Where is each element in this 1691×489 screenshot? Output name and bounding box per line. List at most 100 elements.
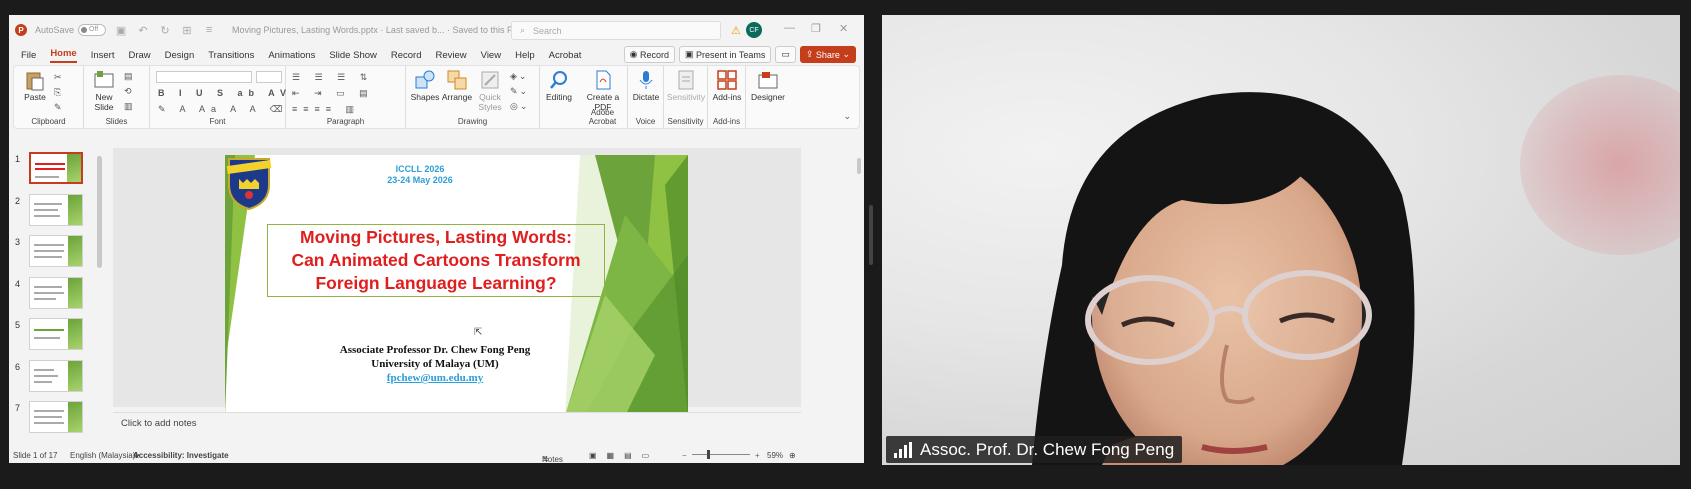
- new-slide-button[interactable]: New Slide: [89, 69, 119, 113]
- warning-icon[interactable]: ⚠: [731, 24, 741, 37]
- indent-row[interactable]: ⇤ ⇥ ▭ ▤: [292, 88, 374, 99]
- view-buttons[interactable]: ▣▦▤▭: [589, 451, 659, 460]
- tab-record[interactable]: Record: [391, 50, 422, 61]
- dictate-button[interactable]: Dictate: [630, 69, 662, 103]
- signal-strength-icon: [894, 441, 912, 458]
- tab-transitions[interactable]: Transitions: [208, 50, 254, 61]
- thumbnail-number: 3: [15, 237, 21, 247]
- font-color-row[interactable]: ✎ A Aa A A ⌫: [158, 104, 288, 115]
- customize-icon[interactable]: ≡: [202, 23, 216, 37]
- slide-title-line1: Moving Pictures, Lasting Words:: [300, 227, 572, 247]
- tab-file[interactable]: File: [21, 50, 36, 61]
- shapes-button[interactable]: Shapes: [410, 69, 440, 103]
- zoom-slider[interactable]: [692, 454, 750, 455]
- collapse-ribbon-icon[interactable]: ⌄: [843, 111, 851, 122]
- slide-title-box[interactable]: Moving Pictures, Lasting Words: Can Anim…: [267, 224, 605, 297]
- restore-icon[interactable]: ❐: [811, 22, 821, 35]
- font-size-select[interactable]: [256, 71, 282, 83]
- sensitivity-icon: [678, 70, 694, 90]
- present-icon[interactable]: ⊞: [180, 23, 194, 37]
- tab-home[interactable]: Home: [50, 48, 77, 63]
- conference-dates: 23-24 May 2026: [387, 175, 453, 185]
- section-icon[interactable]: ▥: [124, 101, 133, 112]
- present-in-teams-button[interactable]: ▣ Present in Teams: [678, 46, 772, 63]
- shape-outline-icon[interactable]: ✎⌄: [510, 86, 529, 97]
- redo-icon[interactable]: ↻: [158, 23, 172, 37]
- share-button[interactable]: ⇪ Share ⌄: [799, 46, 856, 63]
- align-row[interactable]: ≡≡≡≡ ▥: [292, 104, 360, 115]
- slide-thumbnail[interactable]: [29, 194, 83, 226]
- slide-thumbnail[interactable]: [29, 152, 83, 184]
- participant-name: Assoc. Prof. Dr. Chew Fong Peng: [920, 439, 1175, 459]
- teams-icon: ▣: [684, 49, 696, 59]
- search-box[interactable]: ⌕ Search: [511, 21, 721, 40]
- tab-draw[interactable]: Draw: [128, 50, 150, 61]
- tab-help[interactable]: Help: [515, 50, 535, 61]
- format-painter-icon[interactable]: ✎: [54, 102, 62, 113]
- designer-group: Designer: [746, 66, 790, 128]
- font-style-row[interactable]: B I U S ab AV: [158, 88, 292, 98]
- tab-review[interactable]: Review: [436, 50, 467, 61]
- thumbnails-scrollbar[interactable]: [97, 156, 102, 268]
- slide-thumbnail[interactable]: [29, 401, 83, 433]
- sensitivity-button[interactable]: Sensitivity: [666, 69, 706, 103]
- slide-thumbnail[interactable]: [29, 277, 83, 309]
- font-name-select[interactable]: [156, 71, 252, 83]
- shape-fill-icon[interactable]: ◈⌄: [510, 71, 528, 82]
- addins-button[interactable]: Add-ins: [710, 69, 744, 103]
- editing-button[interactable]: Editing: [542, 69, 576, 103]
- quick-styles-icon: [481, 71, 499, 89]
- notes-pane[interactable]: Click to add notes: [113, 412, 801, 433]
- undo-icon[interactable]: ↶: [136, 23, 150, 37]
- search-placeholder: Search: [533, 25, 562, 36]
- tab-slide-show[interactable]: Slide Show: [329, 50, 377, 61]
- avatar[interactable]: CF: [746, 22, 762, 38]
- close-icon[interactable]: ✕: [839, 22, 848, 35]
- language-indicator[interactable]: English (Malaysia): [70, 451, 135, 460]
- accessibility-status[interactable]: ✣ Accessibility: Investigate: [133, 451, 229, 460]
- addins-label: Add-ins: [712, 117, 741, 126]
- list-row[interactable]: ☰ ☰ ☰ ⇅: [292, 72, 373, 83]
- record-button[interactable]: ◉ Record: [623, 46, 675, 63]
- paste-icon: [26, 72, 44, 91]
- layout-icon[interactable]: ▤: [124, 71, 133, 82]
- tab-insert[interactable]: Insert: [91, 50, 115, 61]
- create-pdf-button[interactable]: Create a PDF: [580, 69, 626, 113]
- shape-effects-icon[interactable]: ◎⌄: [510, 101, 529, 112]
- author-email-link[interactable]: fpchew@um.edu.my: [285, 372, 585, 384]
- zoom-slider-thumb[interactable]: [707, 450, 710, 459]
- document-title[interactable]: Moving Pictures, Lasting Words.pptx · La…: [232, 25, 530, 36]
- copy-icon[interactable]: ⎘: [54, 87, 61, 98]
- designer-button[interactable]: Designer: [748, 69, 788, 103]
- menu-bar: File Home Insert Draw Design Transitions…: [9, 45, 864, 65]
- zoom-out-icon[interactable]: −: [682, 451, 687, 460]
- slide-thumbnail[interactable]: [29, 318, 83, 350]
- paragraph-group: ☰ ☰ ☰ ⇅ ⇤ ⇥ ▭ ▤ ≡≡≡≡ ▥ Paragraph: [286, 66, 406, 128]
- reset-icon[interactable]: ⟲: [124, 86, 132, 97]
- quick-styles-button[interactable]: Quick Styles: [474, 69, 506, 113]
- autosave-toggle[interactable]: Off: [78, 24, 107, 36]
- slide-thumbnail[interactable]: [29, 235, 83, 267]
- slide-thumbnail[interactable]: [29, 360, 83, 392]
- split-handle[interactable]: [869, 205, 873, 265]
- current-slide[interactable]: ICCLL 2026 23-24 May 2026 Moving Picture…: [225, 155, 688, 416]
- save-icon[interactable]: ▣: [114, 23, 128, 37]
- zoom-in-icon[interactable]: +: [755, 451, 760, 460]
- addins-group: Add-ins Add-ins: [708, 66, 746, 128]
- tab-design[interactable]: Design: [165, 50, 195, 61]
- tab-acrobat[interactable]: Acrobat: [549, 50, 582, 61]
- tab-animations[interactable]: Animations: [268, 50, 315, 61]
- zoom-level[interactable]: 59%: [767, 451, 783, 460]
- comments-button[interactable]: ▭: [775, 46, 796, 63]
- cut-icon[interactable]: ✂: [54, 72, 62, 83]
- arrange-button[interactable]: Arrange: [440, 69, 474, 103]
- fit-slide-icon[interactable]: ⊕: [789, 451, 796, 460]
- clipboard-group: Paste ✂ ⎘ ✎ Clipboard: [14, 66, 84, 128]
- thumbnail-number: 2: [15, 196, 21, 206]
- paste-button[interactable]: Paste: [20, 69, 50, 103]
- tab-view[interactable]: View: [481, 50, 501, 61]
- arrange-icon: [447, 70, 467, 90]
- minimize-icon[interactable]: —: [784, 22, 795, 34]
- slide-scrollbar[interactable]: [857, 158, 861, 174]
- conference-name: ICCLL 2026: [395, 164, 445, 174]
